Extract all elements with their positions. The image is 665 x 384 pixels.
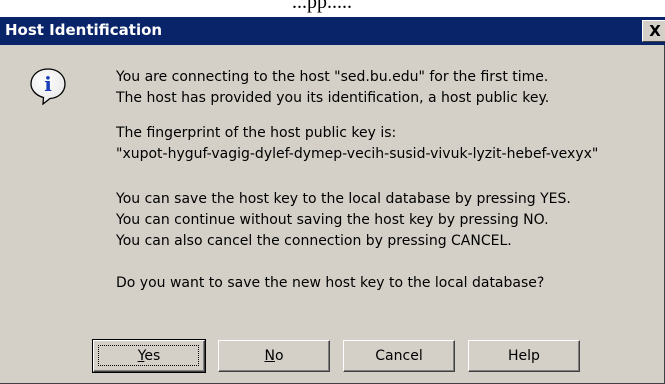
no-button-label: No — [264, 348, 284, 364]
dialog-title: Host Identification — [5, 21, 163, 39]
yes-button[interactable]: Yes — [92, 339, 206, 373]
help-button[interactable]: Help — [468, 340, 580, 372]
prompt-question: Do you want to save the new host key to … — [116, 275, 545, 291]
message-line: You can also cancel the connection by pr… — [116, 233, 512, 249]
info-glyph: i — [44, 72, 52, 96]
close-button[interactable]: X — [642, 20, 665, 42]
message-line: You can save the host key to the local d… — [116, 191, 571, 207]
host-identification-dialog: Host Identification X i You are connecti… — [0, 17, 665, 384]
fingerprint-label: The fingerprint of the host public key i… — [116, 125, 397, 141]
cancel-button-label: Cancel — [375, 348, 423, 364]
cancel-button[interactable]: Cancel — [343, 340, 455, 372]
close-icon: X — [649, 22, 661, 40]
message-line: You can continue without saving the host… — [116, 212, 549, 228]
yes-button-label: Yes — [137, 348, 161, 364]
no-button[interactable]: No — [218, 340, 330, 372]
fingerprint-value: "xupot-hyguf-vagig-dylef-dymep-vecih-sus… — [116, 146, 599, 162]
help-button-label: Help — [508, 348, 540, 364]
background-fragment-text: ...pp..... — [292, 0, 352, 13]
title-bar[interactable]: Host Identification X — [0, 17, 665, 45]
message-line: The host has provided you its identifica… — [116, 90, 550, 106]
info-icon: i — [30, 68, 66, 105]
message-line: You are connecting to the host "sed.bu.e… — [116, 69, 549, 85]
